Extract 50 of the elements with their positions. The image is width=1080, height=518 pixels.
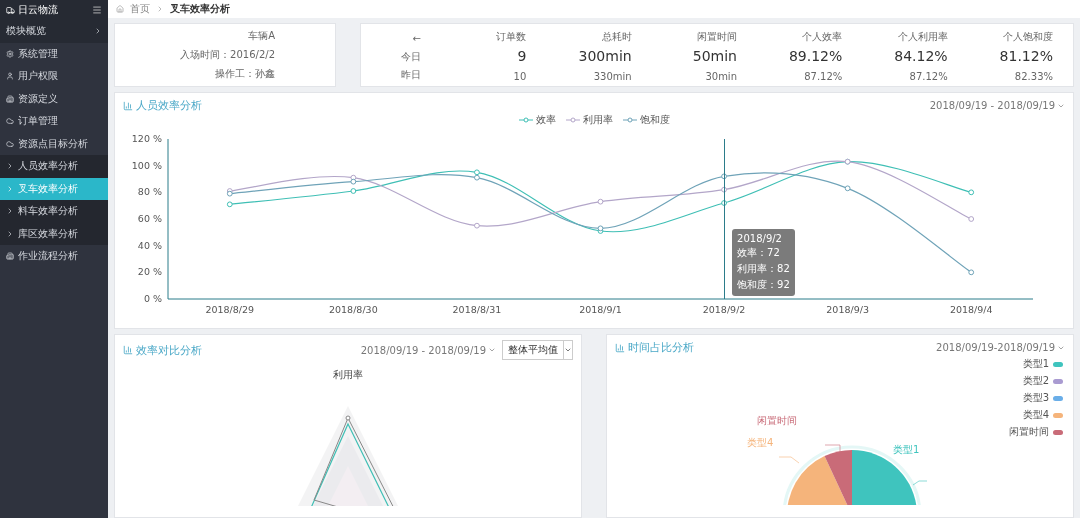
column-header: 闲置时间 [696,30,737,44]
slice-label: 类型4 [747,436,774,450]
table-cell-text: 300min [577,48,632,64]
table-cell-text: 30min [704,71,737,82]
axis-label: 120 % [131,133,162,144]
axis-label: 20 % [137,266,162,278]
panel-title: 效率对比分析 [123,342,202,358]
column-header: 个人饱和度 [1002,30,1053,44]
axis-label: 2018/9/1 [579,304,622,315]
column-header: ← [411,33,421,44]
table-cell-text: 9 [516,48,527,64]
table-cell-text: 84.12% [893,48,948,64]
slice-label: 闲置时间 [757,414,797,428]
axis-label: 40 % [137,239,162,251]
column-header: 总耗时 [600,30,632,44]
table-cell-text: 10 [512,71,527,82]
axis-label: 2018/9/3 [826,304,869,315]
axis-label: 2018/9/2 [702,304,746,315]
vehicle-info: 入场时间：2016/2/2 [180,48,275,62]
vehicle-name: 车辆A [248,29,275,43]
tooltip-text: 饱和度：92 [737,278,790,292]
tooltip-text: 效率：72 [737,246,781,260]
tooltip-text: 2018/9/2 [737,233,783,244]
vehicle-info: 操作工：孙鑫 [215,67,275,81]
axis-label: 2018/8/30 [329,304,378,315]
panel-title: 时间占比分析 [615,340,694,355]
axis-label: 0 % [143,293,162,304]
axis-label: 2018/8/29 [205,304,255,315]
table-cell-text: 87.12% [803,71,843,82]
table-cell-text: 82.33% [1013,71,1053,82]
table-cell-text: 81.12% [998,48,1053,64]
axis-label: 100 % [131,159,162,171]
table-cell-text: 50min [691,48,737,64]
table-cell-text: 今日 [400,50,421,64]
table-cell-text: 昨日 [400,68,421,82]
radar-axis-label: 利用率 [333,368,363,382]
column-header: 个人利用率 [896,30,948,44]
table-cell-text: 89.12% [787,48,843,64]
table-cell-text: 87.12% [908,71,948,82]
column-header: 订单数 [495,30,527,44]
axis-label: 2018/9/4 [949,304,993,315]
slice-label: 类型1 [893,443,920,457]
brand-name: 日云物流 [6,3,58,17]
axis-label: 80 % [137,186,162,198]
axis-label: 2018/8/31 [452,304,502,315]
table-cell-text: 330min [592,71,632,82]
tooltip-text: 利用率：82 [737,262,790,276]
panel-title: 人员效率分析 [123,98,202,113]
axis-label: 60 % [137,213,162,224]
column-header: 个人效率 [801,30,843,44]
